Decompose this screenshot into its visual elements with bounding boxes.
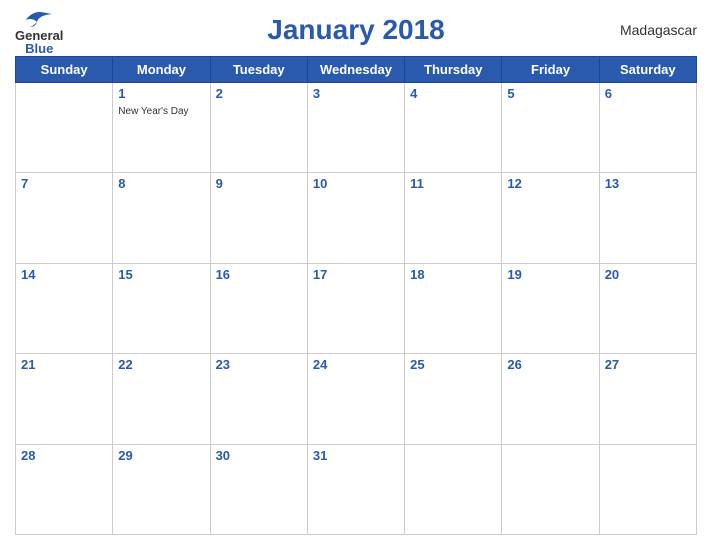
day-number: 10 [313,176,399,191]
calendar-cell [405,444,502,534]
logo: General Blue [15,10,63,55]
calendar-cell: 4 [405,83,502,173]
weekday-header-sunday: Sunday [16,57,113,83]
day-number: 28 [21,448,107,463]
day-number: 16 [216,267,302,282]
calendar-cell: 16 [210,263,307,353]
day-number: 3 [313,86,399,101]
calendar-cell: 15 [113,263,210,353]
calendar-cell: 12 [502,173,599,263]
day-number: 30 [216,448,302,463]
calendar-cell: 30 [210,444,307,534]
calendar-week-row: 14 15 16 17 18 19 20 [16,263,697,353]
weekday-header-friday: Friday [502,57,599,83]
calendar-cell: 19 [502,263,599,353]
calendar-cell: 26 [502,354,599,444]
calendar-cell: 1 New Year's Day [113,83,210,173]
day-number: 1 [118,86,204,101]
day-number: 23 [216,357,302,372]
calendar-cell: 25 [405,354,502,444]
holiday-label: New Year's Day [118,106,188,117]
calendar-cell: 28 [16,444,113,534]
calendar-week-row: 1 New Year's Day 23456 [16,83,697,173]
calendar-cell: 7 [16,173,113,263]
day-number: 25 [410,357,496,372]
calendar-cell: 23 [210,354,307,444]
calendar-cell: 5 [502,83,599,173]
weekday-header-tuesday: Tuesday [210,57,307,83]
day-number: 5 [507,86,593,101]
calendar-cell: 10 [307,173,404,263]
day-number: 4 [410,86,496,101]
calendar-cell: 31 [307,444,404,534]
logo-blue-text: Blue [25,42,53,55]
calendar-cell: 22 [113,354,210,444]
weekday-header-saturday: Saturday [599,57,696,83]
calendar-cell: 11 [405,173,502,263]
calendar-cell [599,444,696,534]
day-number: 22 [118,357,204,372]
calendar-cell [16,83,113,173]
day-number: 9 [216,176,302,191]
country-label: Madagascar [620,22,697,38]
day-number: 20 [605,267,691,282]
day-number: 31 [313,448,399,463]
day-number: 13 [605,176,691,191]
calendar-title: January 2018 [267,14,444,46]
calendar-week-row: 21 22 23 24 25 26 27 [16,354,697,444]
calendar-container: General Blue January 2018 Madagascar Sun… [0,0,712,550]
day-number: 27 [605,357,691,372]
calendar-cell: 8 [113,173,210,263]
calendar-cell: 13 [599,173,696,263]
day-number: 14 [21,267,107,282]
day-number: 26 [507,357,593,372]
day-number: 29 [118,448,204,463]
day-number: 21 [21,357,107,372]
day-number: 17 [313,267,399,282]
day-number: 6 [605,86,691,101]
calendar-table: SundayMondayTuesdayWednesdayThursdayFrid… [15,56,697,535]
day-number: 18 [410,267,496,282]
calendar-cell: 21 [16,354,113,444]
day-number: 24 [313,357,399,372]
calendar-cell: 29 [113,444,210,534]
calendar-cell: 14 [16,263,113,353]
calendar-cell [502,444,599,534]
day-number: 15 [118,267,204,282]
calendar-week-row: 28 29 30 31 [16,444,697,534]
calendar-cell: 9 [210,173,307,263]
day-number: 8 [118,176,204,191]
day-number: 2 [216,86,302,101]
calendar-cell: 27 [599,354,696,444]
calendar-cell: 2 [210,83,307,173]
calendar-week-row: 789 10 11 12 13 [16,173,697,263]
weekday-header-thursday: Thursday [405,57,502,83]
day-number: 12 [507,176,593,191]
day-number: 7 [21,176,107,191]
weekday-header-monday: Monday [113,57,210,83]
calendar-cell: 18 [405,263,502,353]
calendar-cell: 17 [307,263,404,353]
logo-icon [24,10,54,28]
day-number: 19 [507,267,593,282]
calendar-cell: 3 [307,83,404,173]
day-number: 11 [410,176,496,191]
calendar-header: General Blue January 2018 Madagascar [15,10,697,50]
weekday-header-wednesday: Wednesday [307,57,404,83]
calendar-cell: 20 [599,263,696,353]
weekday-header-row: SundayMondayTuesdayWednesdayThursdayFrid… [16,57,697,83]
calendar-cell: 24 [307,354,404,444]
calendar-cell: 6 [599,83,696,173]
